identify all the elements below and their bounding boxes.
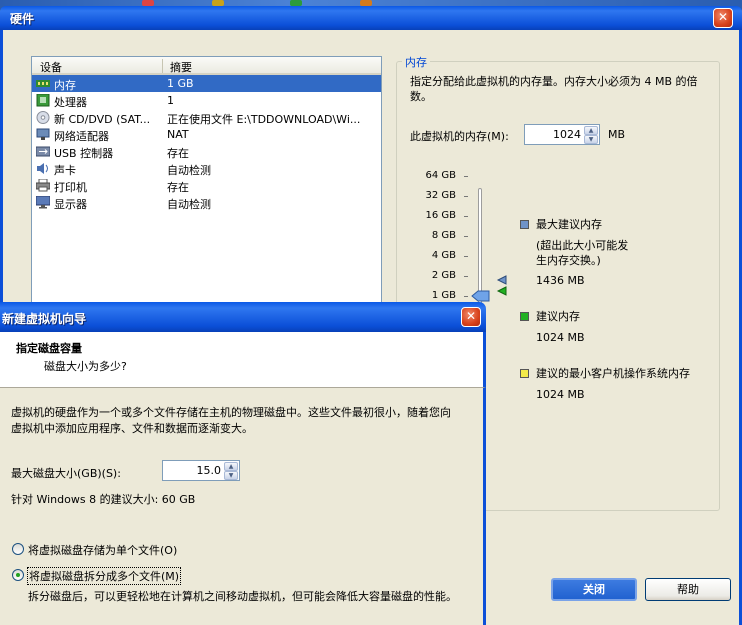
device-row-processor[interactable]: 处理器 1: [32, 92, 381, 109]
device-summary: 存在: [167, 181, 189, 194]
scale-tick: 8 GB: [431, 230, 456, 241]
scale-tick: 1 GB: [431, 290, 456, 301]
device-list[interactable]: 设备 摘要 内存 1 GB 处理器 1 新 CD/DVD (SAT... 正在使…: [31, 56, 382, 332]
device-row-network[interactable]: 网络适配器 NAT: [32, 126, 381, 143]
new-vm-wizard: 新建虚拟机向导 ✕ 指定磁盘容量 磁盘大小为多少? 虚拟机的硬盘作为一个或多个文…: [0, 302, 486, 625]
memory-description: 指定分配给此虚拟机的内存量。内存大小必须为 4 MB 的倍数。: [410, 75, 698, 103]
device-row-memory[interactable]: 内存 1 GB: [32, 75, 381, 92]
wizard-heading: 指定磁盘容量: [16, 342, 82, 355]
memory-down-icon[interactable]: ▼: [584, 135, 598, 144]
max-disk-label: 最大磁盘大小(GB)(S):: [11, 467, 121, 480]
column-summary[interactable]: 摘要: [170, 59, 192, 75]
split-note: 拆分磁盘后，可以更轻松地在计算机之间移动虚拟机，但可能会降低大容量磁盘的性能。: [28, 590, 457, 603]
disk-up-icon[interactable]: ▲: [224, 462, 238, 471]
recommended-label: 建议内存: [536, 310, 580, 323]
memory-label: 此虚拟机的内存(M):: [410, 130, 509, 143]
scale-tick: 32 GB: [425, 190, 456, 201]
sound-card-icon: [36, 162, 50, 175]
split-files-radio[interactable]: [12, 569, 24, 581]
memory-spinner[interactable]: 1024 ▲ ▼: [524, 124, 600, 145]
usb-icon: [35, 145, 51, 158]
processor-icon: [36, 93, 50, 107]
scale-tick: 64 GB: [425, 170, 456, 181]
wizard-description: 虚拟机的硬盘作为一个或多个文件存储在主机的物理磁盘中。这些文件最初很小，随着您向…: [11, 406, 451, 435]
max-disk-spinner[interactable]: 15.0 ▲ ▼: [162, 460, 240, 481]
tick-mark: [464, 236, 468, 237]
device-name: 显示器: [54, 198, 87, 211]
min-guest-value: 1024 MB: [536, 388, 585, 401]
max-recommended-swatch: [520, 220, 529, 229]
memory-group-title: 内存: [402, 54, 430, 70]
network-adapter-icon: [36, 128, 50, 141]
device-summary: 1 GB: [167, 77, 194, 90]
device-row-printer[interactable]: 打印机 存在: [32, 177, 381, 194]
scale-tick: 16 GB: [425, 210, 456, 221]
device-row-cd-dvd[interactable]: 新 CD/DVD (SAT... 正在使用文件 E:\TDDOWNLOAD\Wi…: [32, 109, 381, 126]
hardware-close-icon[interactable]: ✕: [713, 8, 733, 28]
device-name: 网络适配器: [54, 130, 109, 143]
tick-mark: [464, 176, 468, 177]
device-summary: 自动检测: [167, 198, 211, 211]
hardware-titlebar[interactable]: 硬件 ✕: [0, 6, 742, 30]
tick-mark: [464, 196, 468, 197]
scale-tick: 2 GB: [431, 270, 456, 281]
device-summary: 自动检测: [167, 164, 211, 177]
wizard-subheading: 磁盘大小为多少?: [44, 360, 127, 373]
wizard-header: 指定磁盘容量 磁盘大小为多少?: [0, 332, 486, 388]
tick-mark: [464, 216, 468, 217]
min-guest-swatch: [520, 369, 529, 378]
memory-unit: MB: [608, 128, 626, 141]
help-button[interactable]: 帮助: [645, 578, 731, 601]
device-row-sound[interactable]: 声卡 自动检测: [32, 160, 381, 177]
memory-value: 1024: [553, 128, 581, 141]
tick-mark: [464, 276, 468, 277]
device-name: USB 控制器: [54, 147, 114, 160]
tick-mark: [464, 296, 468, 297]
max-disk-value: 15.0: [196, 464, 222, 477]
hardware-title: 硬件: [10, 12, 35, 26]
max-recommended-note: (超出此大小可能发生内存交换。): [536, 239, 629, 267]
device-name: 处理器: [54, 96, 87, 109]
max-recommended-label: 最大建议内存: [536, 218, 602, 231]
single-file-radio[interactable]: [12, 543, 24, 555]
device-name: 声卡: [54, 164, 76, 177]
close-button[interactable]: 关闭: [551, 578, 637, 601]
wizard-close-icon[interactable]: ✕: [461, 307, 481, 327]
device-name: 打印机: [54, 181, 87, 194]
device-name: 内存: [54, 79, 76, 92]
device-summary: 正在使用文件 E:\TDDOWNLOAD\Wi...: [167, 113, 361, 126]
single-file-label[interactable]: 将虚拟磁盘存储为单个文件(O): [28, 542, 177, 558]
recommended-value: 1024 MB: [536, 331, 585, 344]
device-row-usb[interactable]: USB 控制器 存在: [32, 143, 381, 160]
min-guest-label: 建议的最小客户机操作系统内存: [536, 367, 690, 380]
display-icon: [35, 195, 51, 209]
device-name: 新 CD/DVD (SAT...: [54, 113, 151, 126]
memory-icon: [36, 77, 50, 90]
column-device[interactable]: 设备: [40, 59, 62, 75]
printer-icon: [35, 178, 51, 192]
scale-tick: 4 GB: [431, 250, 456, 261]
device-row-display[interactable]: 显示器 自动检测: [32, 194, 381, 211]
recommended-swatch: [520, 312, 529, 321]
tick-mark: [464, 256, 468, 257]
recommended-disk-size: 针对 Windows 8 的建议大小: 60 GB: [11, 493, 196, 506]
max-recommended-marker-icon: [496, 275, 507, 296]
disk-down-icon[interactable]: ▼: [224, 471, 238, 480]
device-summary: 存在: [167, 147, 189, 160]
column-separator: [162, 59, 163, 73]
wizard-body: 虚拟机的硬盘作为一个或多个文件存储在主机的物理磁盘中。这些文件最初很小，随着您向…: [0, 388, 486, 625]
device-list-header: 设备 摘要: [32, 57, 381, 75]
cd-dvd-icon: [36, 111, 50, 124]
wizard-titlebar[interactable]: 新建虚拟机向导 ✕: [0, 302, 486, 332]
max-recommended-value: 1436 MB: [536, 274, 585, 287]
split-files-label[interactable]: 将虚拟磁盘拆分成多个文件(M): [27, 567, 182, 585]
device-summary: NAT: [167, 128, 189, 141]
memory-up-icon[interactable]: ▲: [584, 126, 598, 135]
device-summary: 1: [167, 94, 174, 107]
wizard-title: 新建虚拟机向导: [2, 312, 87, 326]
